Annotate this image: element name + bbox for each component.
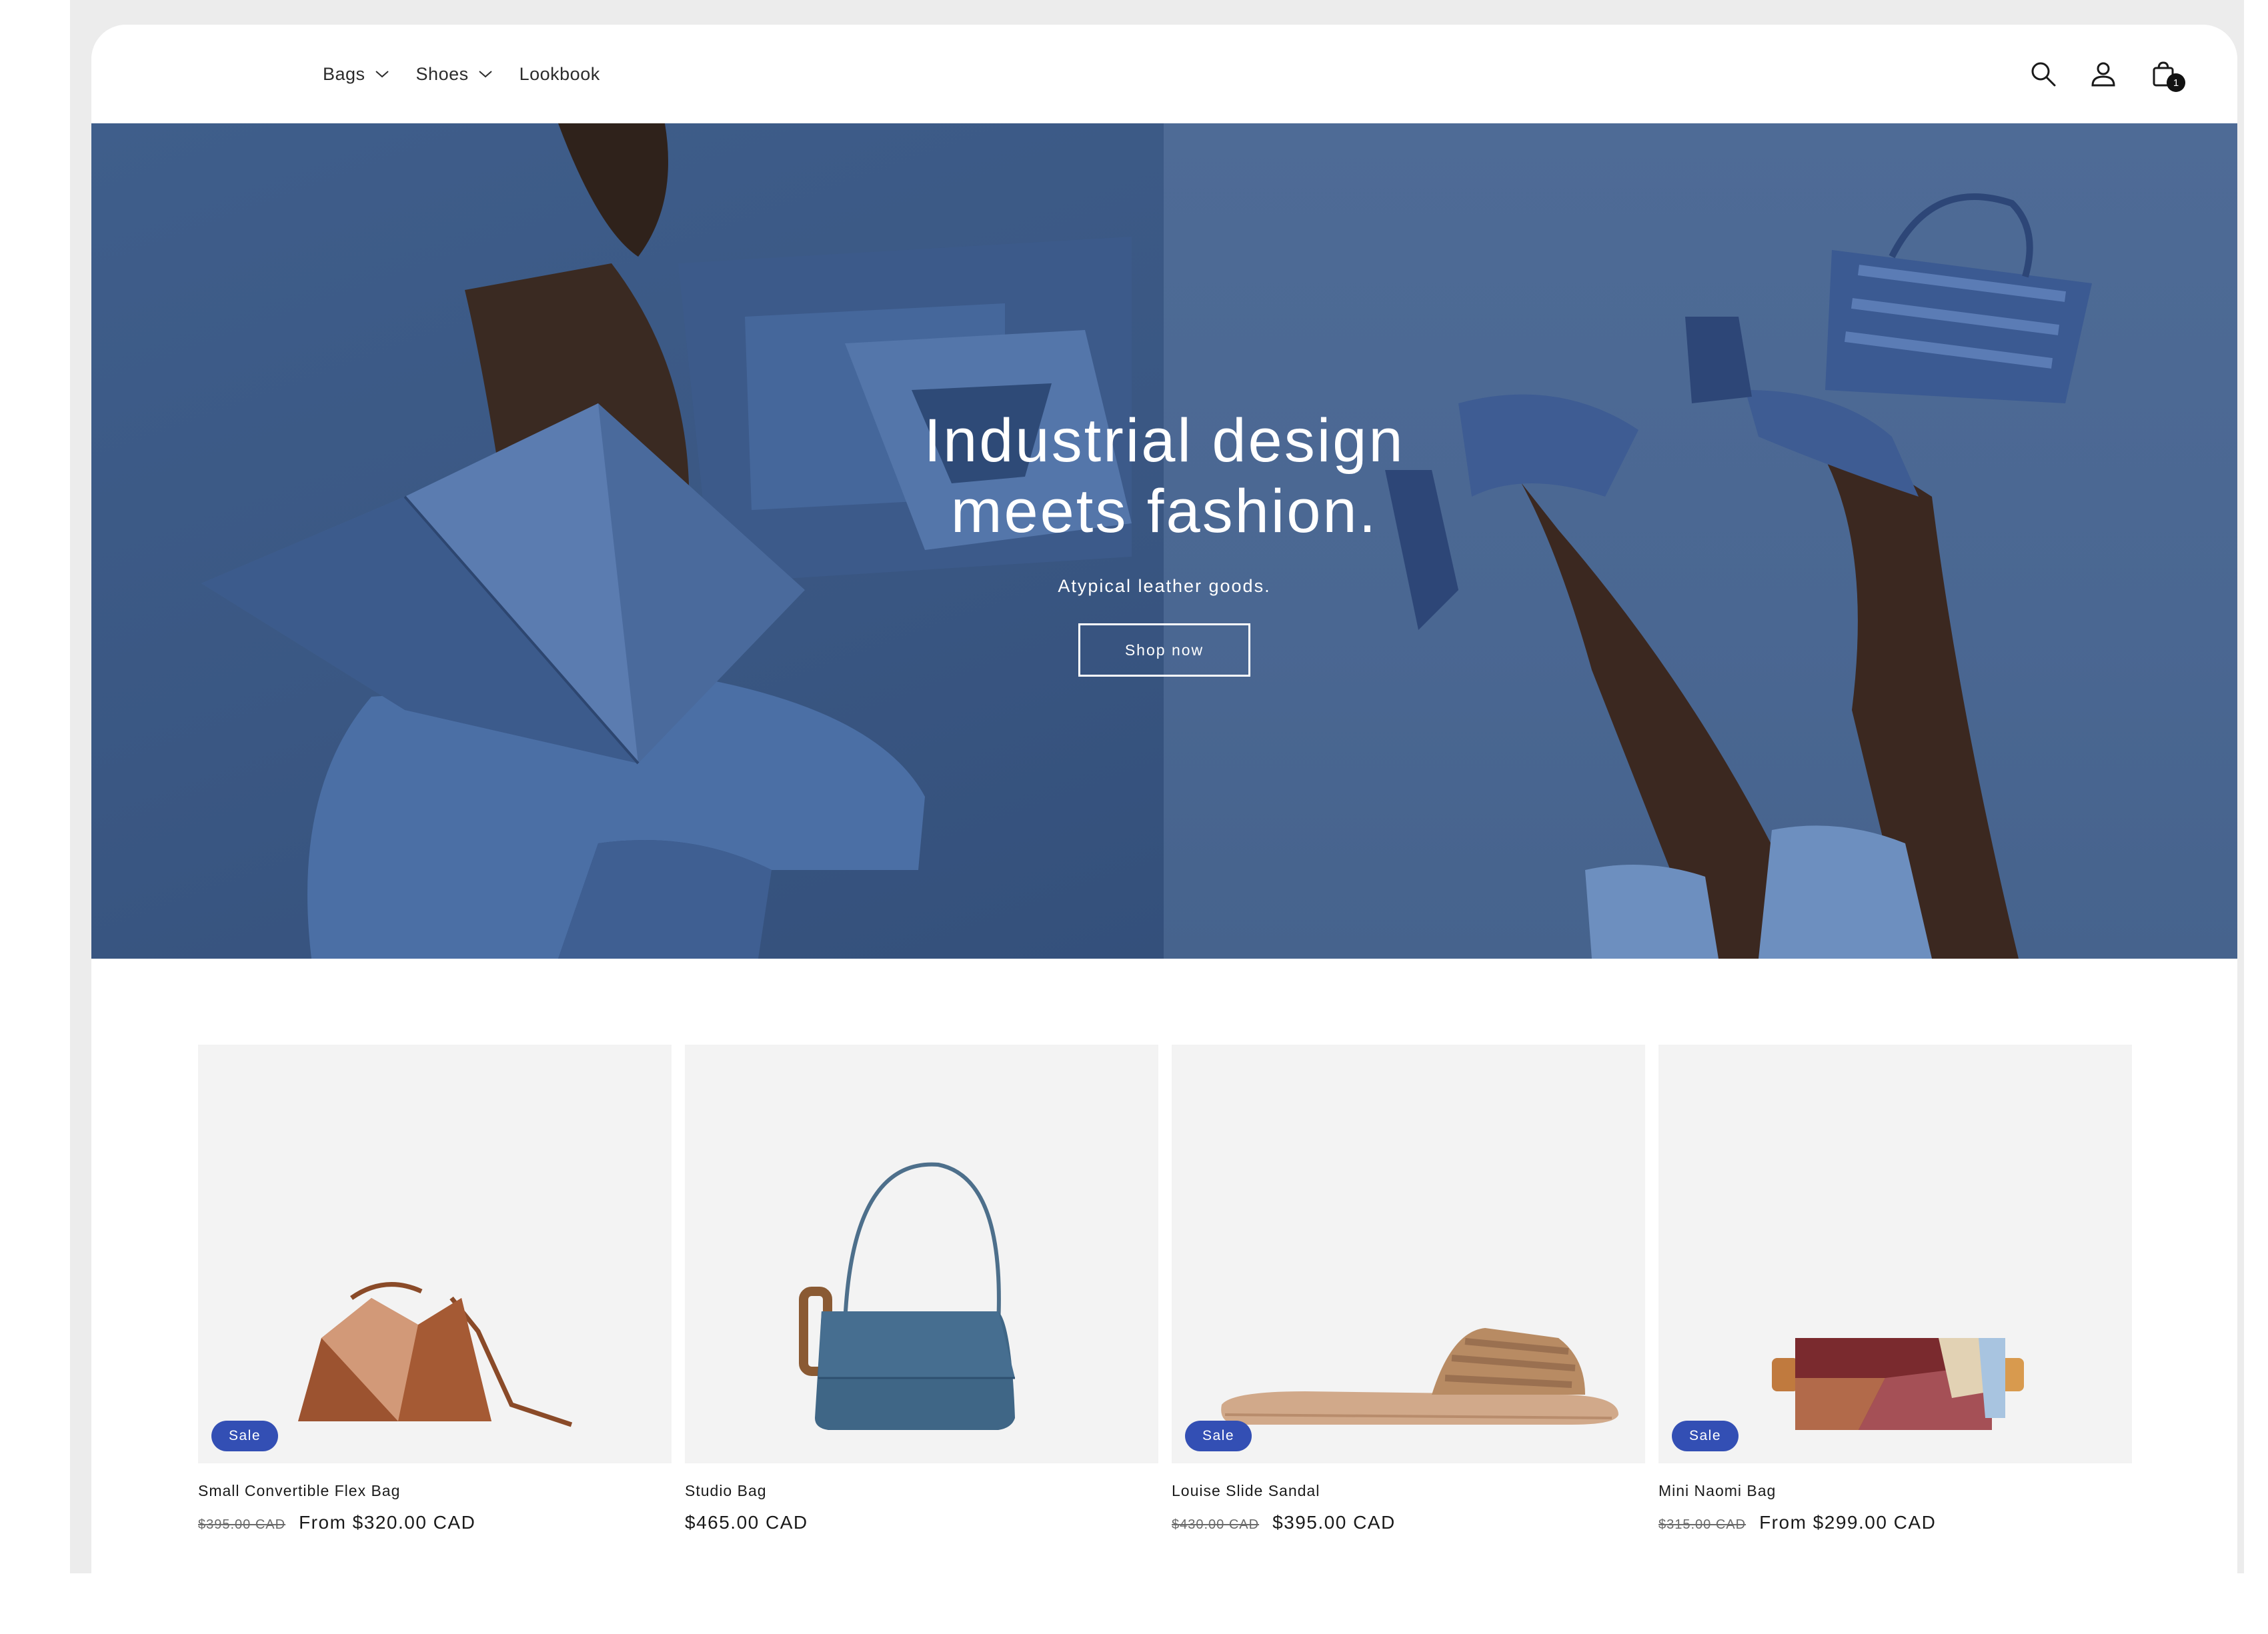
compare-at-price: $430.00 CAD: [1172, 1517, 1260, 1532]
user-icon[interactable]: [2089, 60, 2117, 88]
regular-price: $465.00 CAD: [685, 1512, 808, 1533]
product-image-studio-bag: [799, 1162, 1015, 1430]
nav-item-label: Lookbook: [519, 63, 600, 84]
nav-item-label: Shoes: [415, 63, 469, 84]
product-card[interactable]: Studio Bag $465.00 CAD: [685, 1045, 1158, 1533]
product-grid: Sale Small Convertible Flex Bag $395.00 …: [198, 1045, 2132, 1533]
header-icons: 1: [2029, 25, 2185, 123]
product-image: Sale: [1658, 1045, 2132, 1463]
sale-price: From $320.00 CAD: [299, 1512, 476, 1533]
sale-price: $395.00 CAD: [1272, 1512, 1396, 1533]
product-image-mini-naomi-bag: [1772, 1338, 2024, 1430]
chevron-down-icon: [375, 71, 389, 78]
product-image: [685, 1045, 1158, 1463]
chevron-down-icon: [478, 71, 492, 78]
sale-badge: Sale: [1185, 1421, 1252, 1451]
cart-icon[interactable]: 1: [2149, 60, 2185, 92]
product-title[interactable]: Louise Slide Sandal: [1172, 1482, 1645, 1500]
product-title[interactable]: Studio Bag: [685, 1482, 1158, 1500]
sale-price: From $299.00 CAD: [1759, 1512, 1937, 1533]
main-nav: Bags Shoes Lookbook: [323, 25, 600, 123]
hero-content: Industrial design meets fashion. Atypica…: [91, 123, 2237, 959]
product-image: Sale: [1172, 1045, 1645, 1463]
browser-window: Bags Shoes Lookbook 1 Industrial design …: [91, 25, 2237, 1573]
nav-item-bags[interactable]: Bags: [323, 64, 389, 85]
product-card[interactable]: Sale Louise Slide Sandal $430.00 CAD $39…: [1172, 1045, 1645, 1533]
product-price: $395.00 CAD From $320.00 CAD: [198, 1512, 672, 1533]
product-price: $465.00 CAD: [685, 1512, 1158, 1533]
shop-now-button[interactable]: Shop now: [1078, 623, 1250, 677]
hero-title: Industrial design meets fashion.: [924, 407, 1405, 545]
product-image: Sale: [198, 1045, 672, 1463]
nav-item-shoes[interactable]: Shoes: [416, 64, 493, 85]
site-header: Bags Shoes Lookbook 1: [91, 25, 2237, 123]
product-title[interactable]: Small Convertible Flex Bag: [198, 1482, 672, 1500]
sale-badge: Sale: [1672, 1421, 1739, 1451]
hero-subtitle: Atypical leather goods.: [1058, 576, 1271, 596]
product-card[interactable]: Sale Small Convertible Flex Bag $395.00 …: [198, 1045, 672, 1533]
compare-at-price: $395.00 CAD: [198, 1517, 286, 1532]
product-title[interactable]: Mini Naomi Bag: [1658, 1482, 2132, 1500]
nav-item-lookbook[interactable]: Lookbook: [519, 64, 600, 85]
product-image-slide-sandal: [1221, 1328, 1618, 1425]
search-icon[interactable]: [2029, 60, 2057, 88]
product-card[interactable]: Sale Mini Naomi Bag $315.00 CAD From $29…: [1658, 1045, 2132, 1533]
cart-count-badge: 1: [2167, 73, 2185, 92]
product-image-flex-bag: [298, 1282, 573, 1427]
hero-banner: Industrial design meets fashion. Atypica…: [91, 123, 2237, 959]
sale-badge: Sale: [211, 1421, 279, 1451]
product-price: $430.00 CAD $395.00 CAD: [1172, 1512, 1645, 1533]
product-price: $315.00 CAD From $299.00 CAD: [1658, 1512, 2132, 1533]
compare-at-price: $315.00 CAD: [1658, 1517, 1747, 1532]
nav-item-label: Bags: [323, 63, 365, 84]
